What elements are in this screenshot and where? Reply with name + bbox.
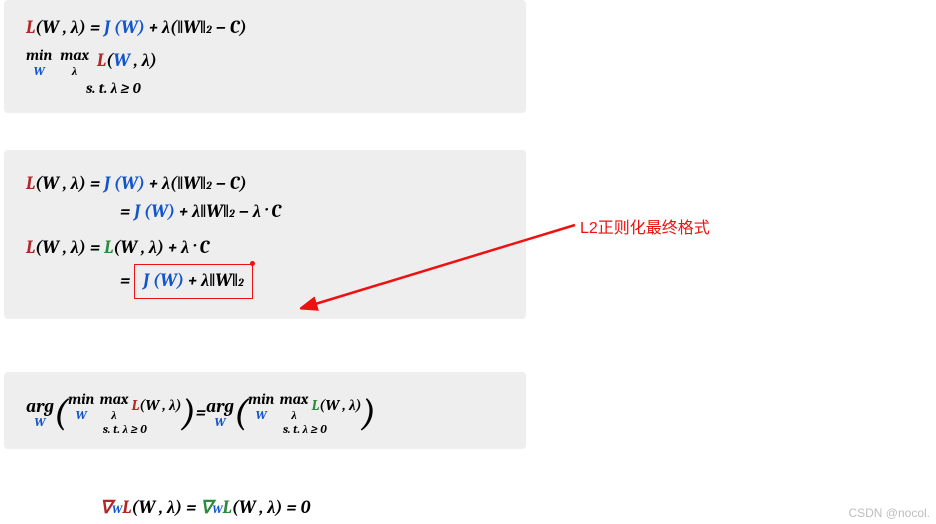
- eq1-line1: L(W , λ) = J (W) + λ(‖W‖2 − C): [26, 14, 504, 42]
- box-handle-icon: [250, 261, 255, 266]
- equation-block-1: L(W , λ) = J (W) + λ(‖W‖2 − C) min W max…: [4, 0, 526, 113]
- equation-block-2: L(W , λ) = J (W) + λ(‖W‖2 − C) = J (W) +…: [4, 150, 526, 319]
- gradient-equation: ∇WL(W , λ) = ∇WL(W , λ) = 0: [100, 494, 310, 522]
- eq1-st: s. t. λ ≥ 0: [26, 78, 504, 98]
- final-form-box: J (W) + λ‖W‖2: [134, 264, 252, 299]
- footer-attribution: CSDN @nocol.: [848, 506, 930, 520]
- eq2-line3: L(W , λ) = L(W , λ) + λ · C: [26, 234, 504, 262]
- eq1-line2: min W max λ L(W , λ): [26, 46, 504, 78]
- eq2-line4: = J (W) + λ‖W‖2: [26, 264, 504, 299]
- annotation-label: L2正则化最终格式: [580, 214, 710, 238]
- equation-block-3: argW ( minW maxλ L(W , λ) s. t. λ ≥ 0 ) …: [4, 372, 526, 449]
- eq2-line1: L(W , λ) = J (W) + λ(‖W‖2 − C): [26, 170, 504, 198]
- eq3-line: argW ( minW maxλ L(W , λ) s. t. λ ≥ 0 ) …: [26, 390, 376, 437]
- eq2-line2: = J (W) + λ‖W‖2 − λ · C: [26, 198, 504, 226]
